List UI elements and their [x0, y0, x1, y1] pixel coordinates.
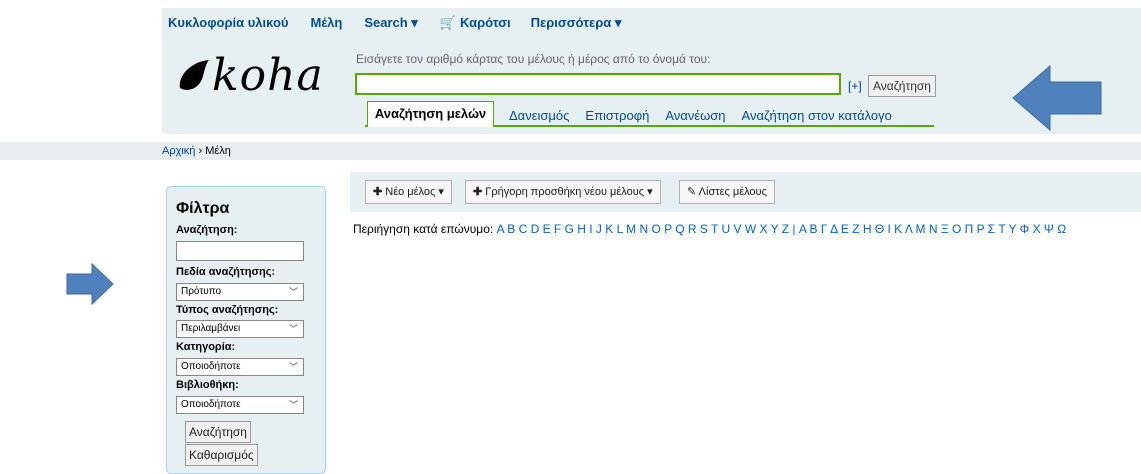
filter-search-input[interactable]: [176, 241, 304, 261]
nav-patrons[interactable]: Μέλη: [310, 15, 342, 31]
chevron-down-icon: ﹀: [288, 287, 298, 297]
filter-fields-label: Πεδία αναζήτησης:: [176, 266, 276, 278]
main-nav: Κυκλοφορία υλικού Μέλη Search ▾ 🛒 Καρότσι…: [168, 15, 643, 31]
edit-icon: ✎: [687, 186, 697, 198]
nav-cart-label: Καρότσι: [460, 15, 511, 30]
browse-by-surname: Περιήγηση κατά επώνυμο: A B C D E F G H …: [353, 222, 1066, 236]
tab-renew[interactable]: Ανανέωση: [665, 108, 725, 123]
filter-category-select[interactable]: Οποιοδήποτε ﹀: [176, 358, 304, 376]
breadcrumb-separator: ›: [198, 145, 203, 157]
caret-down-icon: ▾: [438, 186, 444, 198]
patron-lists-button[interactable]: ✎ Λίστες μέλους: [679, 180, 775, 204]
advanced-search-toggle[interactable]: [+]: [848, 79, 862, 93]
filter-library-select[interactable]: Οποιοδήποτε ﹀: [176, 396, 304, 414]
chevron-down-icon: ﹀: [288, 324, 298, 334]
tab-checkout[interactable]: Δανεισμός: [509, 108, 569, 123]
tabs-bar: Δανεισμός Επιστροφή Ανανέωση Αναζήτηση σ…: [509, 108, 908, 123]
new-patron-button[interactable]: ✚ Νέο μέλος ▾: [365, 180, 452, 204]
arrow-left-icon: [1012, 65, 1102, 131]
breadcrumb-home[interactable]: Αρχική: [162, 145, 195, 157]
tab-checkin[interactable]: Επιστροφή: [585, 108, 649, 123]
plus-icon: ✚: [473, 186, 483, 198]
nav-search[interactable]: Search ▾: [364, 15, 418, 31]
browse-letters[interactable]: A B C D E F G H I J K L M N O P Q R S T …: [497, 222, 1067, 236]
nav-cart[interactable]: 🛒 Καρότσι: [440, 15, 511, 31]
koha-logo[interactable]: koha: [176, 50, 324, 101]
filter-category-label: Κατηγορία:: [176, 341, 236, 353]
filters-title: Φίλτρα: [176, 200, 230, 217]
chevron-down-icon: ﹀: [288, 400, 298, 410]
plus-icon: ✚: [373, 186, 383, 198]
quick-add-patron-button[interactable]: ✚ Γρήγορη προσθήκη νέου μέλους ▾: [465, 180, 661, 204]
cart-icon: 🛒: [439, 15, 457, 30]
breadcrumb-current: Μέλη: [205, 145, 231, 157]
filter-library-label: Βιβλιοθήκη:: [176, 379, 239, 391]
filter-type-select[interactable]: Περιλαμβάνει ﹀: [176, 320, 304, 338]
koha-drop-icon: [179, 60, 209, 90]
chevron-down-icon: ﹀: [288, 362, 298, 372]
search-button[interactable]: Αναζήτηση: [868, 75, 936, 97]
browse-label: Περιήγηση κατά επώνυμο:: [353, 222, 494, 236]
filter-clear-button[interactable]: Καθαρισμός: [185, 444, 258, 466]
tab-patron-search[interactable]: Αναζήτηση μελών: [367, 101, 494, 127]
tab-catalog-search[interactable]: Αναζήτηση στον κατάλογο: [742, 108, 892, 123]
patron-search-input[interactable]: [355, 73, 841, 95]
arrow-right-icon: [66, 263, 114, 305]
filter-type-label: Τύπος αναζήτησης:: [176, 304, 279, 316]
filter-search-button[interactable]: Αναζήτηση: [185, 421, 251, 443]
breadcrumb: Αρχική › Μέλη: [0, 142, 1141, 160]
caret-down-icon: ▾: [647, 186, 653, 198]
nav-more[interactable]: Περισσότερα ▾: [531, 15, 622, 31]
search-hint: Εισάγετε τον αριθμό κάρτας του μέλους ή …: [356, 52, 711, 66]
nav-circulation[interactable]: Κυκλοφορία υλικού: [168, 15, 288, 31]
filter-search-label: Αναζήτηση:: [176, 224, 238, 236]
filter-fields-select[interactable]: Πρότυπο ﹀: [176, 283, 304, 301]
